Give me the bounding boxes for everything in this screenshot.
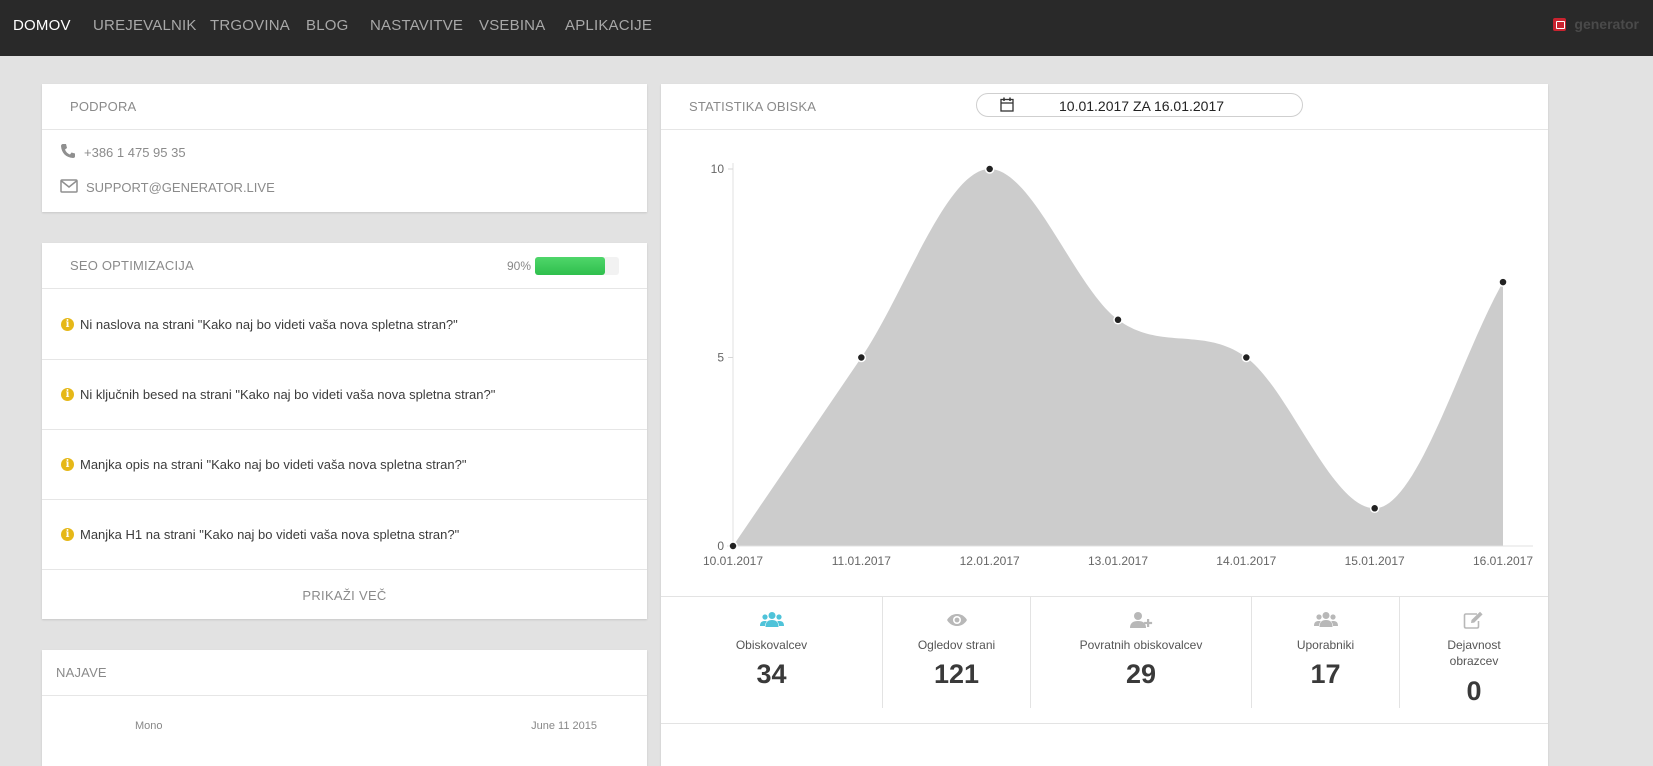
x-tick-label: 15.01.2017 <box>1345 554 1405 568</box>
user-plus-icon <box>1031 611 1251 629</box>
support-email-row: SUPPORT@GENERATOR.LIVE <box>60 179 275 196</box>
nav-trgovina[interactable]: TRGOVINA <box>210 17 290 34</box>
seo-title: SEO OPTIMIZACIJA <box>70 258 194 273</box>
seo-progress-fill <box>535 257 605 275</box>
x-tick-label: 14.01.2017 <box>1216 554 1276 568</box>
stat-value: 121 <box>933 659 980 689</box>
stat-value: 17 <box>1310 659 1341 689</box>
info-icon: i <box>61 458 74 471</box>
nav-domov[interactable]: DOMOV <box>13 17 71 34</box>
y-tick-label: 10 <box>711 162 725 176</box>
stats-footer-divider <box>661 723 1548 724</box>
visits-area-chart: 0 5 10 10.01.2017 11.01.2017 12.01.2017 13.01.… <box>703 162 1533 568</box>
support-phone-row: +386 1 475 95 35 <box>60 143 186 162</box>
seo-panel: SEO OPTIMIZACIJA 90% i Ni naslova na str… <box>42 243 647 619</box>
phone-icon <box>60 143 76 162</box>
seo-score: 90% <box>507 257 619 275</box>
x-tick-label: 12.01.2017 <box>960 554 1020 568</box>
news-title: NAJAVE <box>56 665 107 680</box>
data-point <box>856 352 867 363</box>
stat-label: Obiskovalcev <box>735 638 808 652</box>
stat-label: Povratnih obiskovalcev <box>1079 638 1203 652</box>
seo-header: SEO OPTIMIZACIJA 90% <box>42 243 647 289</box>
stats-cards: Obiskovalcev 34 Ogledov strani 121 Povra… <box>661 597 1548 708</box>
seo-issue-item[interactable]: i Ni ključnih besed na strani "Kako naj … <box>42 360 647 430</box>
seo-issue-text: Ni naslova na strani "Kako naj bo videti… <box>80 317 458 332</box>
x-tick-label: 13.01.2017 <box>1088 554 1148 568</box>
data-point <box>1241 352 1252 363</box>
support-header: PODPORA <box>42 84 647 130</box>
data-point <box>1369 503 1380 514</box>
x-tick-label: 11.01.2017 <box>832 554 891 568</box>
calendar-icon <box>1000 97 1014 117</box>
generator-logo-icon <box>1553 17 1567 31</box>
stats-header: STATISTIKA OBISKA 10.01.2017 ZA 16.01.20… <box>661 84 1548 130</box>
brand-logo[interactable]: generator <box>1553 16 1639 32</box>
seo-issue-text: Manjka opis na strani "Kako naj bo videt… <box>80 457 467 472</box>
stat-card-returning: Povratnih obiskovalcev 29 <box>1031 597 1251 708</box>
seo-percent: 90% <box>506 259 531 273</box>
stat-label: Uporabniki <box>1296 638 1355 652</box>
envelope-icon <box>60 179 78 196</box>
show-more-button[interactable]: PRIKAŽI VEČ <box>42 588 647 603</box>
nav-urejevalnik[interactable]: UREJEVALNIK <box>93 17 197 34</box>
stat-value: 0 <box>1466 676 1482 706</box>
stats-title: STATISTIKA OBISKA <box>689 99 817 114</box>
stat-card-pageviews: Ogledov strani 121 <box>883 597 1030 708</box>
seo-issue-item[interactable]: i Manjka H1 na strani "Kako naj bo videt… <box>42 500 647 570</box>
info-icon: i <box>61 388 74 401</box>
users-icon <box>661 611 882 629</box>
support-title: PODPORA <box>70 99 137 114</box>
data-point <box>1113 315 1123 325</box>
seo-issue-text: Manjka H1 na strani "Kako naj bo videti … <box>80 527 460 542</box>
news-header: NAJAVE <box>42 650 647 696</box>
nav-vsebina[interactable]: VSEBINA <box>479 17 545 34</box>
date-range-text: 10.01.2017 ZA 16.01.2017 <box>1059 98 1225 114</box>
brand-name: generator <box>1574 16 1639 32</box>
news-panel: NAJAVE Mono June 11 2015 <box>42 650 647 766</box>
stat-value: 29 <box>1125 659 1157 689</box>
y-tick-label: 5 <box>717 351 724 365</box>
seo-issue-item[interactable]: i Manjka opis na strani "Kako naj bo vid… <box>42 430 647 500</box>
stat-label: Dejavnost obrazcev <box>1447 638 1501 668</box>
seo-progress-bar <box>535 257 619 275</box>
stat-card-form-activity: Dejavnost obrazcev 0 <box>1400 597 1548 708</box>
eye-icon <box>883 611 1030 627</box>
nav-aplikacije[interactable]: APLIKACIJE <box>565 17 652 34</box>
data-point <box>1498 277 1508 287</box>
users-icon <box>1252 611 1399 629</box>
data-point <box>728 541 738 551</box>
support-phone[interactable]: +386 1 475 95 35 <box>84 145 186 160</box>
support-panel: PODPORA +386 1 475 95 35 SUPPORT@GENERAT… <box>42 84 647 212</box>
top-navigation: DOMOV UREJEVALNIK TRGOVINA BLOG NASTAVIT… <box>0 0 1653 56</box>
stat-label: Ogledov strani <box>917 638 996 652</box>
x-tick-label: 16.01.2017 <box>1473 554 1533 568</box>
seo-issue-item[interactable]: i Ni naslova na strani "Kako naj bo vide… <box>42 290 647 360</box>
news-item-date: June 11 2015 <box>531 720 597 732</box>
news-item-title: Mono <box>135 720 163 732</box>
nav-blog[interactable]: BLOG <box>306 17 348 34</box>
chart-area-fill <box>733 169 1503 546</box>
support-email[interactable]: SUPPORT@GENERATOR.LIVE <box>86 180 275 195</box>
stats-panel: STATISTIKA OBISKA 10.01.2017 ZA 16.01.20… <box>661 84 1548 766</box>
edit-icon <box>1400 611 1548 629</box>
stat-card-visitors: Obiskovalcev 34 <box>661 597 882 708</box>
y-tick-label: 0 <box>717 539 724 553</box>
info-icon: i <box>61 528 74 541</box>
data-point <box>984 164 995 174</box>
nav-nastavitve[interactable]: NASTAVITVE <box>370 17 463 34</box>
info-icon: i <box>61 318 74 331</box>
date-range-picker[interactable]: 10.01.2017 ZA 16.01.2017 <box>976 93 1303 117</box>
seo-issue-text: Ni ključnih besed na strani "Kako naj bo… <box>80 387 496 402</box>
stat-card-users: Uporabniki 17 <box>1252 597 1399 708</box>
x-tick-label: 10.01.2017 <box>703 554 763 568</box>
stat-value: 34 <box>756 659 787 689</box>
